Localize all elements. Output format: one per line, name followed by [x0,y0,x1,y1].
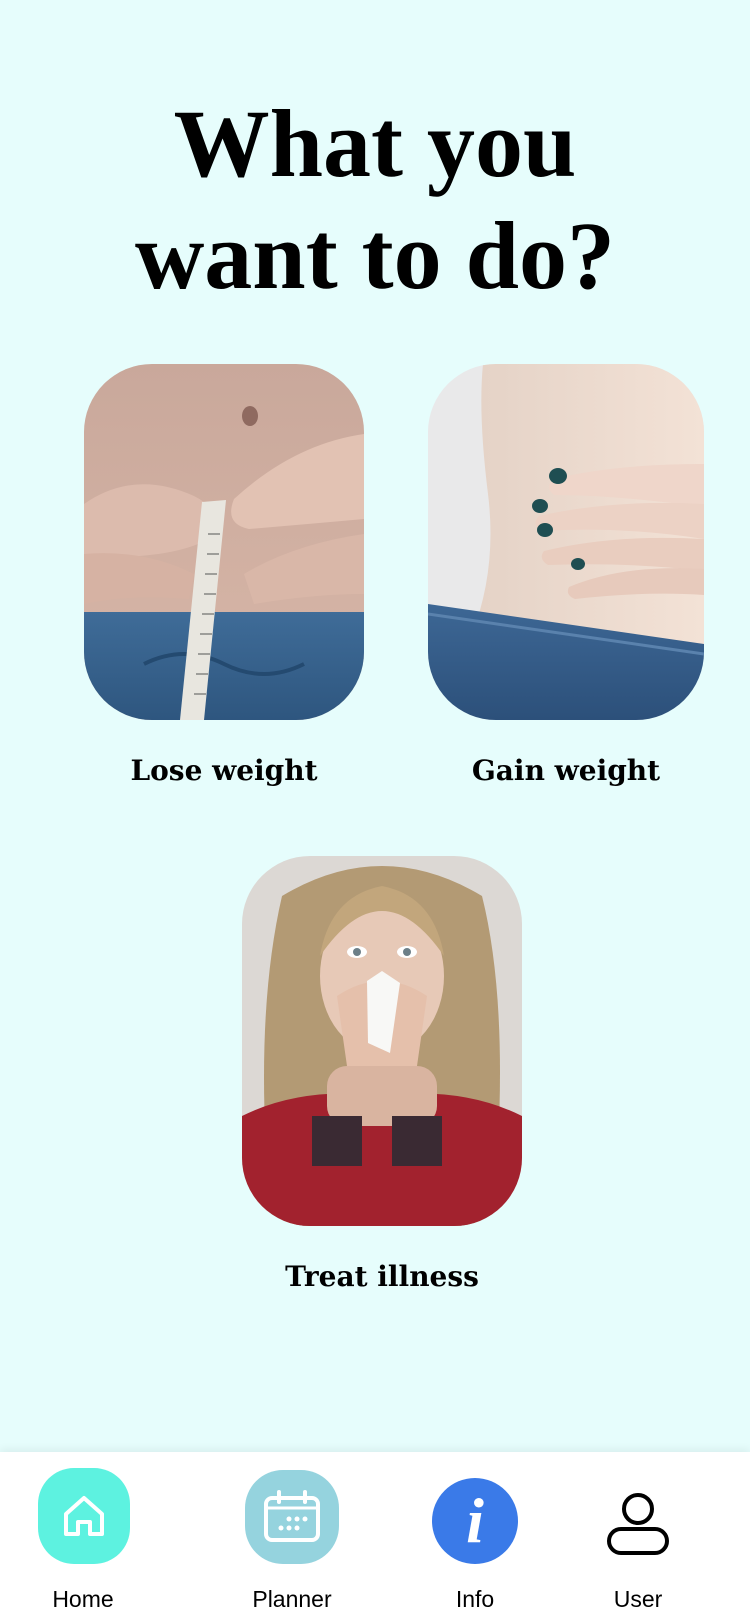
page-title-line-2: want to do? [134,202,616,309]
option-treat-illness[interactable]: Treat illness [242,856,522,1293]
option-gain-weight[interactable]: Gain weight [428,364,704,787]
option-label-gain-weight[interactable]: Gain weight [428,754,704,787]
nav-item-user[interactable]: User [586,1452,690,1624]
page-title: What you want to do? [0,88,750,312]
bottom-navigation: Home Planner i Info User [0,1452,750,1624]
home-icon[interactable] [38,1468,130,1564]
info-icon[interactable]: i [432,1478,518,1564]
nav-item-home[interactable]: Home [28,1452,138,1624]
option-lose-weight[interactable]: Lose weight [84,364,364,787]
nav-label-planner[interactable]: Planner [232,1586,352,1613]
woman-sneezing-tissue-photo[interactable] [242,856,522,1226]
page-title-line-1: What you [173,90,577,197]
option-label-lose-weight[interactable]: Lose weight [84,754,364,787]
user-icon[interactable] [598,1484,678,1564]
slim-waist-jeans-photo[interactable] [428,364,704,720]
calendar-icon[interactable] [245,1470,339,1564]
nav-label-home[interactable]: Home [28,1586,138,1613]
nav-item-planner[interactable]: Planner [232,1452,352,1624]
waist-measuring-tape-photo[interactable] [84,364,364,720]
option-label-treat-illness[interactable]: Treat illness [242,1260,522,1293]
nav-item-info[interactable]: i Info [420,1452,530,1624]
nav-label-user[interactable]: User [586,1586,690,1613]
nav-label-info[interactable]: Info [420,1586,530,1613]
